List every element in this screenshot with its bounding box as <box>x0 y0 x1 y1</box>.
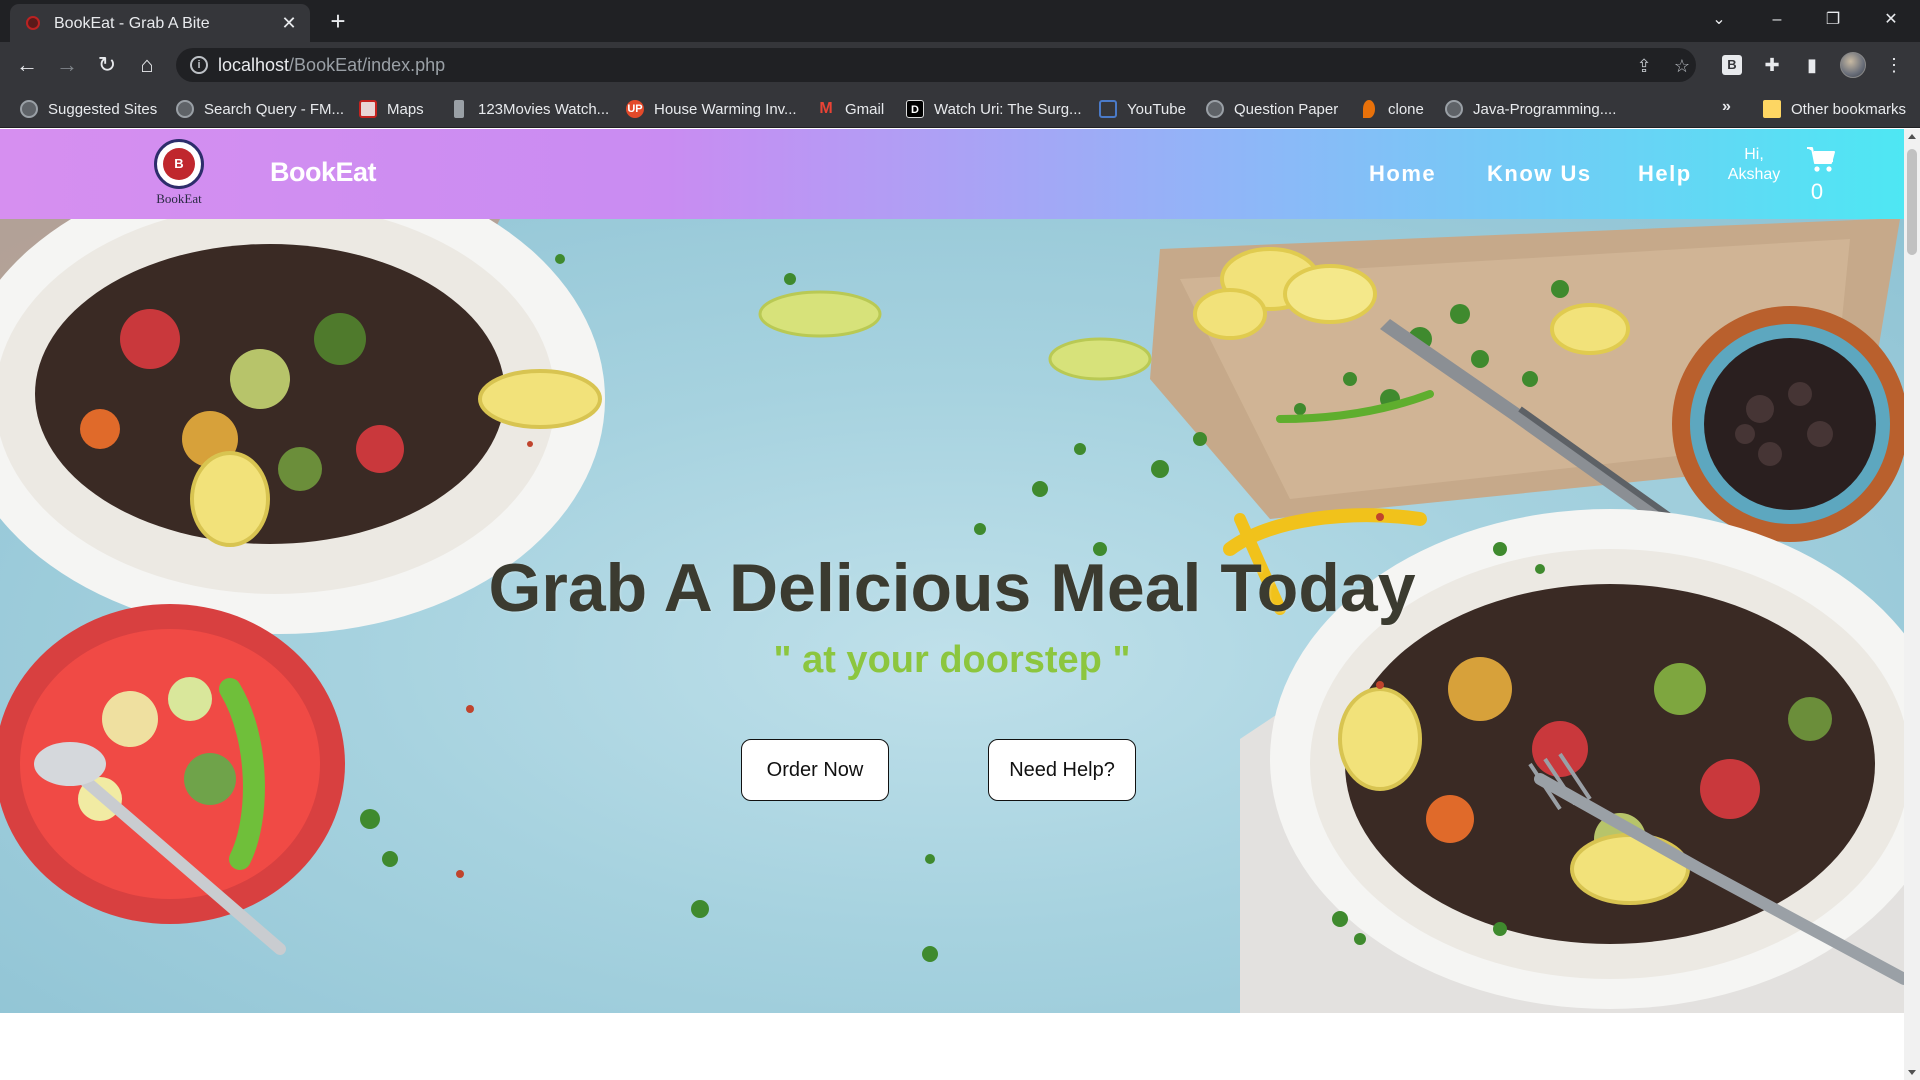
scrollbar-thumb[interactable] <box>1907 149 1917 255</box>
d-icon: D <box>906 100 924 118</box>
bookmark-watch-uri[interactable]: D Watch Uri: The Surg... <box>906 98 1082 120</box>
scroll-up-arrow-icon[interactable] <box>1908 134 1916 139</box>
globe-icon <box>20 100 38 118</box>
new-tab-button[interactable]: + <box>324 8 352 36</box>
back-arrow-icon[interactable]: ← <box>13 51 41 79</box>
restore-window-button[interactable]: ❐ <box>1818 8 1848 32</box>
maps-icon <box>359 100 377 118</box>
bookmark-label: Maps <box>387 100 424 118</box>
nav-home-link[interactable]: Home <box>1369 161 1436 187</box>
bookmark-label: clone <box>1388 100 1424 118</box>
globe-icon <box>1445 100 1463 118</box>
user-greeting[interactable]: Hi, Akshay <box>1722 145 1786 185</box>
site-favicon-icon <box>26 16 40 30</box>
close-tab-icon[interactable]: ✕ <box>278 12 300 34</box>
site-info-icon[interactable]: i <box>190 56 208 74</box>
minimize-window-button[interactable]: – <box>1762 8 1792 32</box>
clone-icon <box>1363 100 1375 118</box>
hero-title: Grab A Delicious Meal Today <box>488 550 1416 626</box>
bookmark-label: Gmail <box>845 100 885 118</box>
movie-icon <box>454 100 464 118</box>
gmail-icon: M <box>819 100 833 117</box>
forward-arrow-icon[interactable]: → <box>53 51 81 79</box>
need-help-button[interactable]: Need Help? <box>988 739 1136 801</box>
bookmark-maps[interactable]: Maps <box>359 98 424 120</box>
tab-title: BookEat - Grab A Bite <box>54 15 210 32</box>
share-icon[interactable]: ⇪ <box>1632 54 1656 78</box>
bookmark-suggested-sites[interactable]: Suggested Sites <box>20 98 157 120</box>
more-menu-icon[interactable]: ⋮ <box>1880 51 1908 79</box>
bookmark-label: Suggested Sites <box>48 100 158 118</box>
bookmark-label: YouTube <box>1127 100 1186 118</box>
bookmark-label: House Warming Inv... <box>654 100 797 118</box>
page-content-below-hero <box>0 1013 1904 1080</box>
other-bookmarks-folder[interactable]: Other bookmarks <box>1763 98 1906 120</box>
brand-name[interactable]: BookEat <box>270 157 377 188</box>
nav-know-us-link[interactable]: Know Us <box>1487 161 1592 187</box>
bookmark-star-icon[interactable]: ☆ <box>1670 54 1694 78</box>
url-host: localhost <box>218 55 290 75</box>
bookmark-label: Other bookmarks <box>1791 100 1907 118</box>
bookmark-123movies[interactable]: 123Movies Watch... <box>450 98 609 120</box>
order-now-button[interactable]: Order Now <box>741 739 889 801</box>
bookmark-label: Question Paper <box>1234 100 1339 118</box>
profile-avatar[interactable] <box>1840 52 1866 78</box>
greeting-username: Akshay <box>1727 166 1781 183</box>
bookmark-clone[interactable]: clone <box>1360 98 1424 120</box>
bookmark-question-paper[interactable]: Question Paper <box>1206 98 1338 120</box>
close-window-button[interactable]: ✕ <box>1876 8 1906 32</box>
browser-tab[interactable]: BookEat - Grab A Bite ✕ <box>10 4 310 42</box>
page-scrollbar[interactable] <box>1904 129 1920 1080</box>
extension-b-icon[interactable]: B <box>1722 55 1742 75</box>
hero-subtitle: " at your doorstep " <box>773 639 1131 681</box>
folder-icon <box>1763 100 1781 118</box>
more-bookmarks-chevron-icon[interactable]: » <box>1722 98 1731 116</box>
bookmark-java-programming[interactable]: Java-Programming.... <box>1445 98 1616 120</box>
globe-icon <box>1206 100 1224 118</box>
home-icon[interactable]: ⌂ <box>133 51 161 79</box>
reload-icon[interactable]: ↻ <box>93 51 121 79</box>
shopping-cart-icon[interactable] <box>1806 145 1836 173</box>
bookmark-search-query[interactable]: Search Query - FM... <box>176 98 344 120</box>
logo-mark: B <box>163 148 195 180</box>
bookmark-label: 123Movies Watch... <box>478 100 610 118</box>
extensions-puzzle-icon[interactable]: ✚ <box>1758 51 1786 79</box>
scroll-down-arrow-icon[interactable] <box>1908 1070 1916 1075</box>
address-bar[interactable]: i localhost/BookEat/index.php ⇪ ☆ <box>176 48 1696 82</box>
globe-icon <box>176 100 194 118</box>
site-navbar: B BookEat BookEat Home Know Us Help Hi, … <box>0 129 1904 219</box>
bookmark-label: Watch Uri: The Surg... <box>934 100 1082 118</box>
browser-toolbar: ← → ↻ ⌂ i localhost/BookEat/index.php ⇪ … <box>0 42 1920 88</box>
page-viewport: B BookEat BookEat Home Know Us Help Hi, … <box>0 129 1904 1080</box>
bookmark-gmail[interactable]: M Gmail <box>817 98 884 120</box>
greeting-hi: Hi, <box>1744 146 1764 163</box>
browser-tab-strip: BookEat - Grab A Bite ✕ + ⌄ – ❐ ✕ <box>0 0 1920 42</box>
bookmark-label: Search Query - FM... <box>204 100 345 118</box>
url-path: /BookEat/index.php <box>289 55 446 75</box>
nav-help-link[interactable]: Help <box>1638 161 1692 187</box>
up-icon: UP <box>626 100 644 118</box>
side-panel-icon[interactable]: ▮ <box>1798 51 1826 79</box>
url-text[interactable]: localhost/BookEat/index.php <box>218 55 445 76</box>
cart-count-badge[interactable]: 0 <box>1806 179 1828 205</box>
youtube-icon <box>1099 100 1117 118</box>
bookmarks-bar: Suggested Sites Search Query - FM... Map… <box>0 88 1920 128</box>
bookmark-label: Java-Programming.... <box>1473 100 1617 118</box>
bookeat-logo-icon[interactable]: B <box>154 139 204 189</box>
tab-search-chevron-icon[interactable]: ⌄ <box>1704 8 1734 32</box>
logo-caption: BookEat <box>156 191 202 206</box>
bookmark-house-warming[interactable]: UP House Warming Inv... <box>626 98 797 120</box>
hero-banner: Grab A Delicious Meal Today " at your do… <box>0 219 1904 1013</box>
bookmark-youtube[interactable]: YouTube <box>1099 98 1186 120</box>
